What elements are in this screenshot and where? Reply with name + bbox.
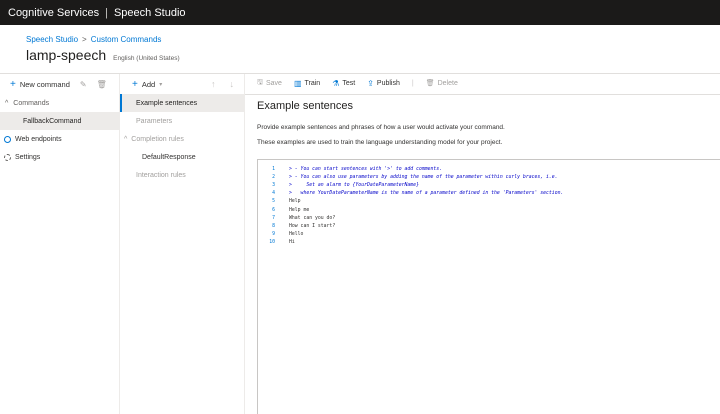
section-parameters[interactable]: Parameters [120, 112, 244, 130]
comment-line-text: > Set an alarm to {YourDateParameterName… [289, 182, 419, 188]
test-label: Test [342, 79, 356, 87]
add-button[interactable]: + Add ▾ [132, 79, 162, 90]
description-secondary: These examples are used to train the lan… [257, 139, 503, 146]
nav-settings[interactable]: Settings [0, 148, 119, 166]
command-bar-divider [245, 94, 720, 95]
line-number: 1 [272, 166, 275, 172]
example-sentences-editor[interactable]: 1 > - You can start sentences with '>' to… [257, 159, 720, 414]
commands-pane: + New command ✎ 🗑 ^ Commands FallbackCom… [0, 74, 120, 414]
editor-line[interactable]: 6 Help me [258, 206, 720, 214]
line-number: 6 [272, 207, 275, 213]
trash-icon: 🗑 [425, 80, 435, 87]
nav-web-endpoints[interactable]: Web endpoints [0, 130, 119, 148]
page-title: Example sentences [257, 100, 353, 112]
section-interaction-rules[interactable]: Interaction rules [120, 166, 244, 184]
settings-label: Settings [15, 153, 41, 161]
project-name: lamp-speech [26, 47, 107, 63]
editor-line[interactable]: 1 > - You can start sentences with '>' to… [258, 165, 720, 173]
project-heading: lamp-speech English (United States) [26, 47, 180, 63]
commands-nav: ^ Commands FallbackCommand Web endpoints… [0, 94, 119, 166]
sections-toolbar: + Add ▾ ↑ ↓ [120, 74, 244, 94]
chevron-down-icon: ▾ [159, 81, 163, 88]
commands-toolbar: + New command ✎ 🗑 [0, 74, 119, 94]
section-completion-rules[interactable]: ^ Completion rules [120, 130, 244, 148]
comment-line-text: > - You can also use parameters by addin… [289, 174, 558, 180]
line-number: 4 [272, 191, 275, 197]
example-sentence-text: Hello [289, 232, 304, 238]
trash-icon[interactable]: 🗑 [97, 80, 107, 89]
breadcrumb: Speech Studio > Custom Commands [26, 35, 161, 44]
example-sentence-text: What can you do? [289, 215, 336, 221]
top-bar: Cognitive Services | Speech Studio [0, 0, 720, 25]
new-command-button[interactable]: + New command [10, 79, 70, 90]
example-sentence-text: Help me [289, 207, 310, 213]
page-header: Speech Studio > Custom Commands lamp-spe… [0, 25, 720, 73]
editor-line[interactable]: 10 Hi [258, 239, 720, 247]
editor-line[interactable]: 3 > Set an alarm to {YourDateParameterNam… [258, 181, 720, 189]
command-item-fallback[interactable]: FallbackCommand [0, 112, 119, 130]
example-sentence-text: How can I start? [289, 223, 336, 229]
comment-line-text: > where YourDateParameterName is the nam… [289, 191, 564, 197]
line-number: 5 [272, 199, 275, 205]
line-number: 9 [272, 232, 275, 238]
editor-line[interactable]: 5 Help [258, 198, 720, 206]
new-command-label: New command [19, 79, 70, 89]
toolbar-separator: | [411, 79, 414, 87]
editor-line[interactable]: 4 > where YourDateParameterName is the na… [258, 190, 720, 198]
topbar-separator: | [105, 6, 108, 19]
completion-rules-label: Completion rules [131, 135, 184, 143]
chevron-up-icon: ^ [5, 99, 9, 107]
flask-icon: ⚗ [332, 78, 340, 88]
command-bar: 🖫 Save ▥ Train ⚗ Test ⇪ Publish | 🗑 Dele… [245, 74, 720, 92]
section-example-sentences[interactable]: Example sentences [120, 94, 244, 112]
editor-line[interactable]: 2 > - You can also use parameters by addi… [258, 173, 720, 181]
breadcrumb-speech-studio[interactable]: Speech Studio [26, 35, 78, 44]
description-primary: Provide example sentences and phrases of… [257, 124, 505, 131]
breadcrumb-custom-commands[interactable]: Custom Commands [91, 35, 162, 44]
line-number: 8 [272, 223, 275, 229]
line-number: 10 [269, 240, 275, 246]
plus-icon: + [10, 78, 16, 90]
test-button[interactable]: ⚗ Test [332, 79, 355, 88]
example-sentence-text: Help [289, 199, 301, 205]
save-label: Save [265, 79, 282, 87]
section-default-response[interactable]: DefaultResponse [120, 148, 244, 166]
commands-group[interactable]: ^ Commands [0, 94, 119, 112]
product-link[interactable]: Speech Studio [114, 7, 186, 19]
command-sections-pane: + Add ▾ ↑ ↓ Example sentences Parameters… [120, 74, 245, 414]
comment-line-text: > - You can start sentences with '>' to … [289, 166, 443, 172]
gear-icon [4, 153, 11, 161]
editor-pane: 🖫 Save ▥ Train ⚗ Test ⇪ Publish | 🗑 Dele… [245, 74, 720, 414]
delete-button[interactable]: 🗑 Delete [425, 79, 458, 88]
web-endpoints-label: Web endpoints [15, 135, 62, 143]
save-button[interactable]: 🖫 Save [257, 78, 282, 89]
delete-label: Delete [437, 79, 458, 87]
line-number: 2 [272, 174, 275, 180]
add-label: Add [141, 79, 156, 89]
brand-link[interactable]: Cognitive Services [8, 7, 99, 19]
globe-icon [4, 135, 11, 143]
commands-group-label: Commands [13, 99, 50, 107]
arrow-up-icon[interactable]: ↑ [211, 79, 216, 89]
chevron-right-icon: > [82, 35, 87, 44]
publish-button[interactable]: ⇪ Publish [367, 79, 400, 88]
editor-line[interactable]: 9 Hello [258, 231, 720, 239]
edit-icon[interactable]: ✎ [80, 80, 87, 89]
editor-line[interactable]: 7 What can you do? [258, 214, 720, 222]
save-icon: 🖫 [257, 78, 263, 86]
train-button[interactable]: ▥ Train [294, 79, 320, 88]
train-icon: ▥ [293, 78, 302, 88]
project-locale: English (United States) [113, 55, 180, 62]
train-label: Train [304, 79, 321, 87]
arrow-down-icon[interactable]: ↓ [230, 79, 235, 89]
line-number: 3 [272, 182, 275, 188]
example-sentence-text: Hi [289, 240, 295, 246]
plus-icon: + [132, 78, 138, 90]
sections-list: Example sentences Parameters ^ Completio… [120, 94, 244, 184]
editor-line[interactable]: 8 How can I start? [258, 222, 720, 230]
line-number: 7 [272, 215, 275, 221]
chevron-up-icon: ^ [124, 135, 128, 143]
publish-label: Publish [376, 79, 400, 87]
publish-icon: ⇪ [367, 78, 374, 88]
